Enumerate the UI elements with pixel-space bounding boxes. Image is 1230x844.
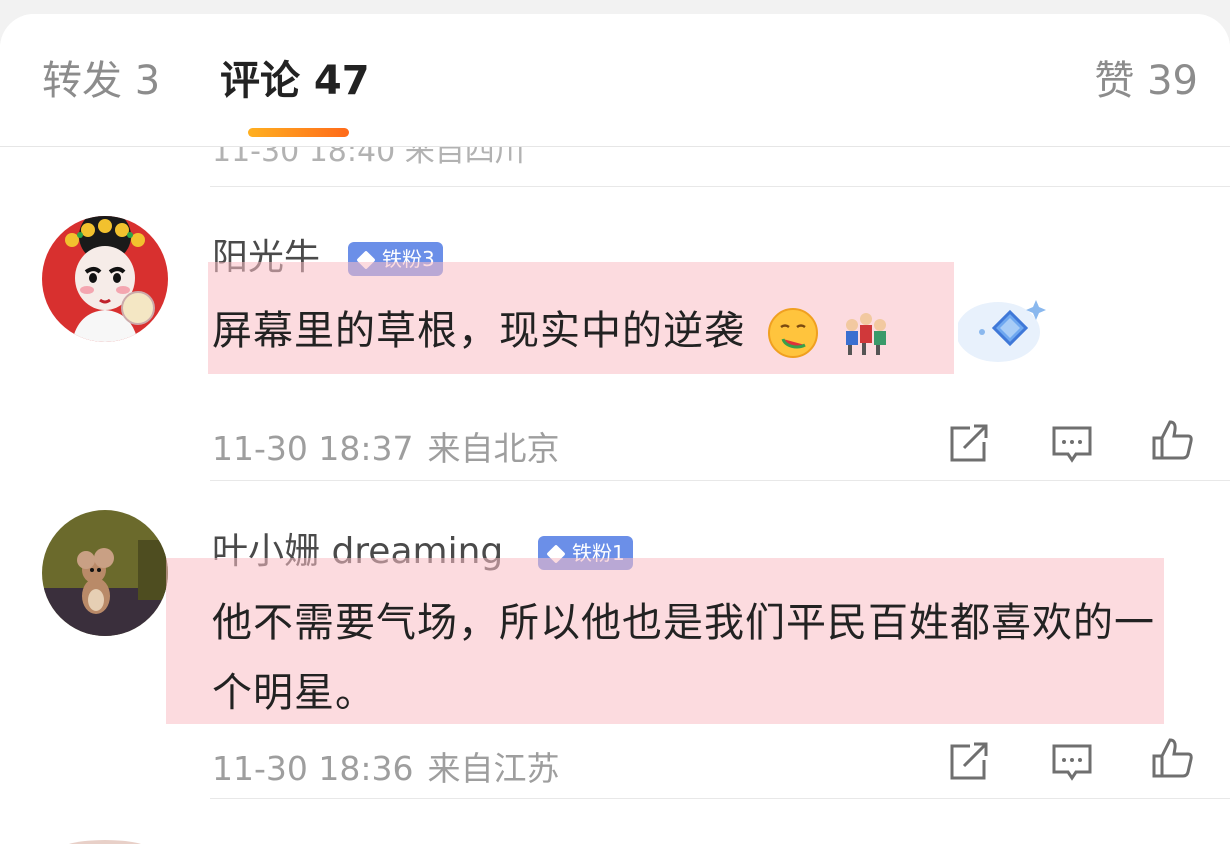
comment-item: 阳光牛 铁粉3 屏幕里的草根，现实中的逆袭 11-30 18:37 来自北京 (0, 186, 1230, 480)
reply-button[interactable] (1050, 740, 1094, 784)
comment-location: 来自北京 (427, 429, 560, 468)
thumbs-up-icon (1152, 738, 1193, 778)
comment-location: 来自江苏 (427, 749, 560, 788)
share-button[interactable] (946, 740, 990, 784)
avatar[interactable] (42, 510, 168, 636)
reply-button[interactable] (1050, 422, 1094, 466)
comment-icon (1052, 426, 1092, 463)
family-emoji-icon (840, 307, 892, 359)
tab-comments[interactable]: 评论 47 (220, 56, 370, 106)
comment-text: 他不需要气场，所以他也是我们平民百姓都喜欢的一个明星。 (212, 600, 1155, 716)
tab-bar: 转发 3 评论 47 赞 39 (0, 14, 1230, 147)
share-button[interactable] (946, 422, 990, 466)
tab-repost[interactable]: 转发 3 (42, 56, 160, 106)
comment-time: 11-30 18:37 (212, 429, 414, 468)
like-button[interactable] (1150, 736, 1194, 780)
comments-sheet: 转发 3 评论 47 赞 39 11-30 18:40 来自四川 阳光牛 铁粉3… (0, 14, 1230, 844)
divider (210, 798, 1230, 799)
share-icon (950, 742, 988, 780)
comment-icon (1052, 744, 1092, 781)
comment-text-content: 屏幕里的草根，现实中的逆袭 (212, 308, 745, 354)
jerry-mouse-avatar-image (42, 510, 168, 636)
comment-time: 11-30 18:36 (212, 749, 414, 788)
like-button[interactable] (1150, 418, 1194, 462)
opera-mask-avatar-image (42, 216, 168, 342)
tab-likes[interactable]: 赞 39 (1094, 56, 1198, 106)
comment-text: 屏幕里的草根，现实中的逆袭 (212, 296, 892, 366)
comment-meta: 11-30 18:37 来自北京 (212, 422, 559, 470)
diamond-decoration-icon (956, 282, 1048, 376)
comment-meta: 11-30 18:36 来自江苏 (212, 742, 559, 790)
avatar[interactable] (42, 216, 168, 342)
share-icon (950, 424, 988, 462)
eating-watermelon-emoji-icon (767, 307, 819, 359)
tab-active-indicator (248, 128, 349, 137)
comment-item: 叶小姗 dreaming 铁粉1 他不需要气场，所以他也是我们平民百姓都喜欢的一… (0, 480, 1230, 800)
next-comment-avatar[interactable] (60, 840, 150, 844)
thumbs-up-icon (1152, 420, 1193, 460)
